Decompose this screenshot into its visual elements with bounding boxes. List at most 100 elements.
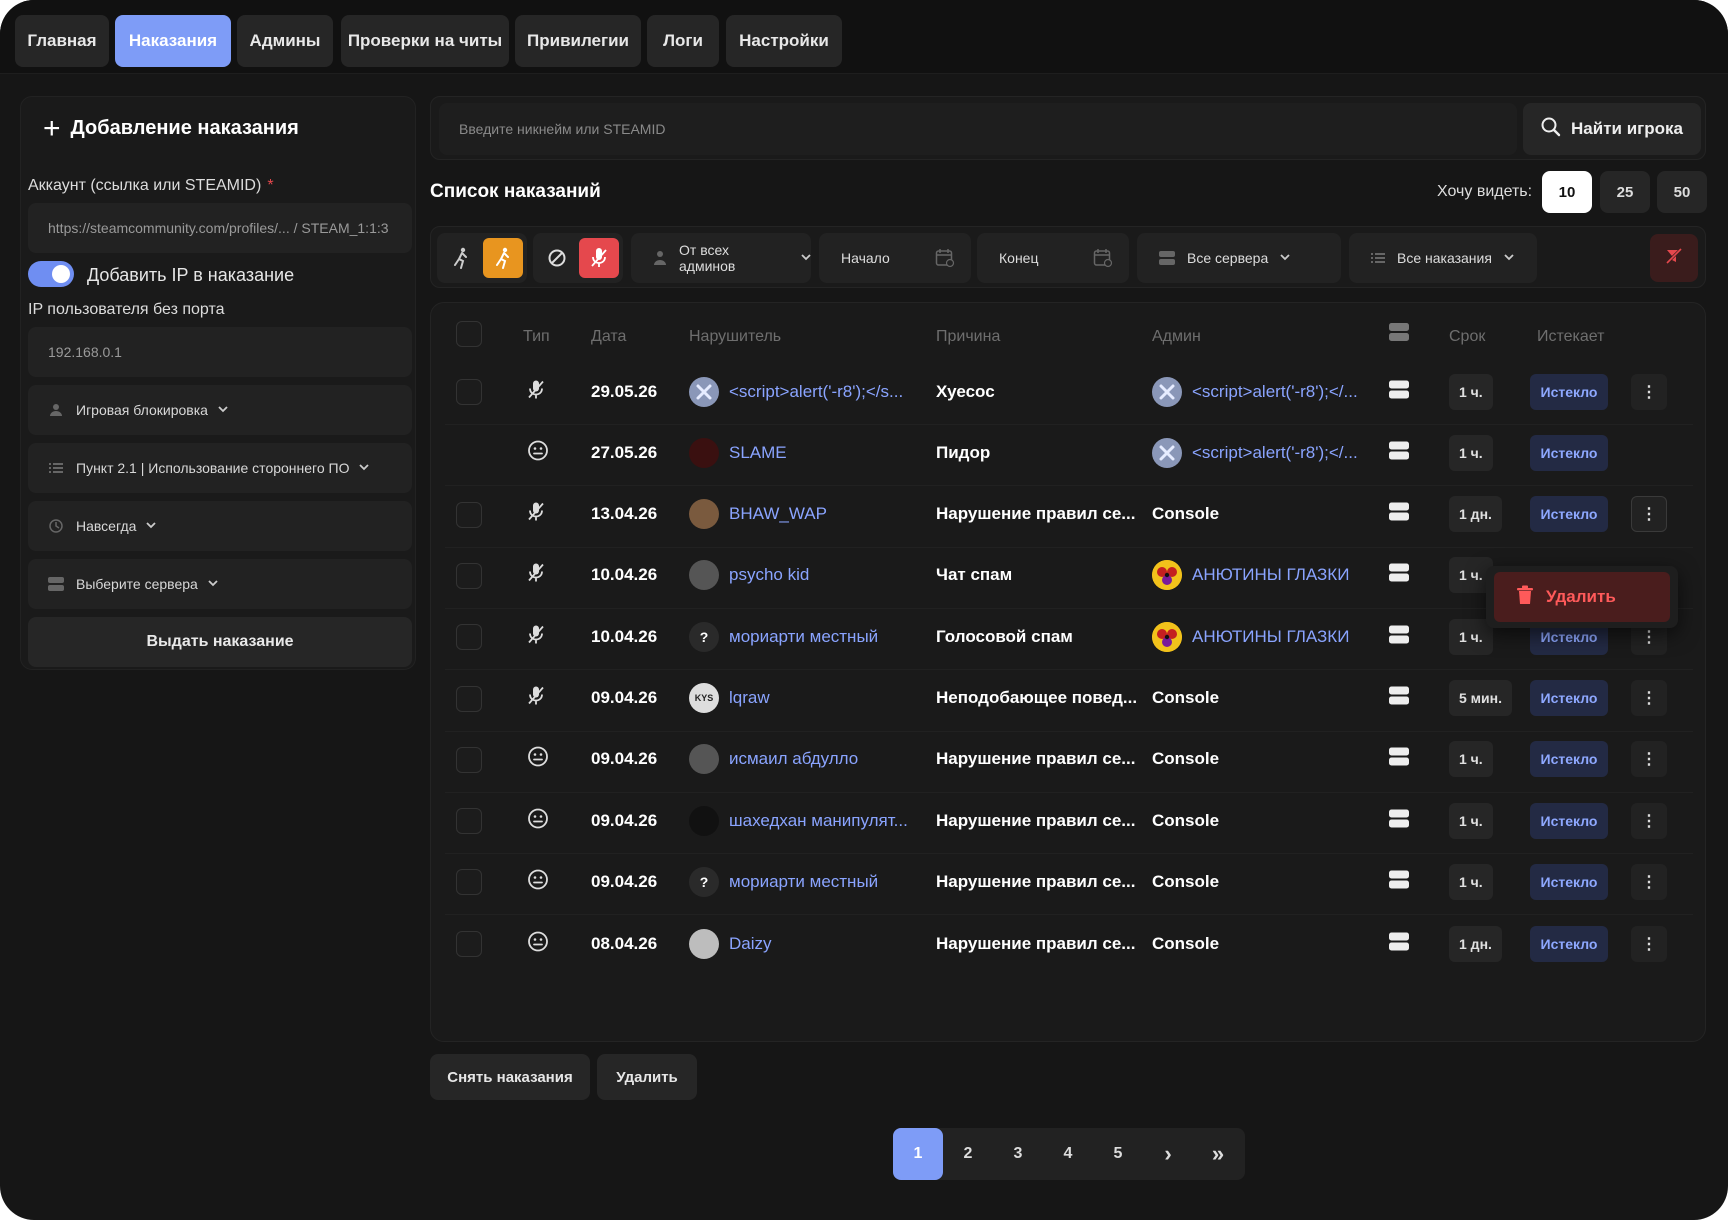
offender-link[interactable]: Daizy: [729, 934, 772, 954]
page-1[interactable]: 1: [893, 1128, 943, 1180]
offender-link[interactable]: psycho kid: [729, 565, 809, 585]
ip-input[interactable]: 192.168.0.1: [28, 327, 412, 377]
row-checkbox[interactable]: [456, 930, 482, 957]
admin-link[interactable]: <script>alert('-r8');</...: [1192, 443, 1358, 463]
row-more-button[interactable]: ⋮: [1631, 741, 1667, 778]
admin-console: Console: [1152, 688, 1220, 707]
server-icon: [48, 576, 64, 592]
per-page-10[interactable]: 10: [1542, 171, 1592, 213]
start-date-input[interactable]: Начало: [819, 233, 971, 283]
tab-logs[interactable]: Логи: [647, 15, 719, 67]
user-icon: [48, 402, 64, 418]
offender-link[interactable]: мориарти местный: [729, 872, 878, 892]
ip-toggle[interactable]: [28, 261, 74, 287]
row-more-button[interactable]: ⋮: [1631, 680, 1667, 716]
last-page-button[interactable]: »: [1193, 1128, 1243, 1180]
issue-punishment-button[interactable]: Выдать наказание: [28, 617, 412, 667]
context-delete-button[interactable]: Удалить: [1494, 572, 1670, 622]
tab-privileges[interactable]: Привилегии: [515, 15, 641, 67]
plus-icon: +: [43, 111, 61, 145]
admin-link[interactable]: АНЮТИНЫ ГЛАЗКИ: [1192, 565, 1349, 585]
type-select[interactable]: Игровая блокировка: [28, 385, 412, 435]
row-more-button[interactable]: ⋮: [1631, 863, 1667, 900]
remove-punishments-button[interactable]: Снять наказания: [430, 1054, 590, 1100]
list-icon: [48, 460, 64, 476]
expired-badge: Истекло: [1530, 863, 1608, 900]
offender-link[interactable]: SLAME: [729, 443, 787, 463]
next-page-button[interactable]: ›: [1143, 1128, 1193, 1180]
admin-console: Console: [1152, 749, 1220, 769]
row-checkbox[interactable]: [456, 624, 482, 651]
runner-icon-active[interactable]: [483, 238, 523, 278]
server-filter-select[interactable]: Все сервера: [1137, 233, 1341, 283]
tab-settings[interactable]: Настройки: [726, 15, 842, 67]
server-filter-value: Все сервера: [1187, 250, 1269, 266]
admin-filter-select[interactable]: От всех админов: [631, 233, 811, 283]
row-checkbox[interactable]: [456, 808, 482, 835]
server-icon: [1389, 380, 1409, 403]
offender-link[interactable]: BHAW_WAP: [729, 504, 827, 524]
tab-admins[interactable]: Админы: [237, 15, 333, 67]
offender-link[interactable]: исмаил абдулло: [729, 749, 858, 769]
more-vertical-icon: ⋮: [1641, 506, 1657, 524]
offender-link[interactable]: <script>alert('-r8');</s...: [729, 382, 903, 402]
row-reason: Чат спам: [936, 565, 1013, 585]
tab-cheat-checks[interactable]: Проверки на читы: [341, 15, 509, 67]
more-vertical-icon: ⋮: [1641, 812, 1657, 830]
ban-icon[interactable]: [537, 238, 577, 278]
offender-link[interactable]: мориарти местный: [729, 627, 878, 647]
mic-off-icon[interactable]: [579, 238, 619, 278]
table-row: 27.05.26 SLAME Пидор <script>alert('-r8');<…: [445, 420, 1693, 487]
page-4[interactable]: 4: [1043, 1128, 1093, 1180]
offender-avatar: [689, 560, 719, 591]
tab-punishments[interactable]: Наказания: [115, 15, 231, 67]
more-vertical-icon: ⋮: [1641, 751, 1657, 769]
required-mark: *: [267, 177, 274, 194]
row-more-button[interactable]: ⋮: [1631, 373, 1667, 410]
block-filter-group: [533, 233, 623, 283]
row-checkbox[interactable]: [456, 869, 482, 896]
row-more-button[interactable]: ⋮: [1631, 802, 1667, 839]
row-more-button[interactable]: ⋮: [1631, 496, 1667, 533]
end-date-input[interactable]: Конец: [977, 233, 1129, 283]
tab-home[interactable]: Главная: [15, 15, 109, 67]
find-player-button[interactable]: Найти игрока: [1523, 103, 1701, 155]
select-all-checkbox[interactable]: [456, 321, 482, 347]
servers-select[interactable]: Выберите сервера: [28, 559, 412, 609]
offender-link[interactable]: шахедхан манипулят...: [729, 811, 908, 831]
search-input[interactable]: [439, 103, 1517, 155]
server-icon: [1389, 625, 1409, 648]
row-reason: Голосовой спам: [936, 626, 1073, 646]
row-checkbox[interactable]: [456, 685, 482, 712]
row-checkbox[interactable]: [456, 746, 482, 773]
row-date: 09.04.26: [591, 810, 658, 830]
delete-selected-button[interactable]: Удалить: [597, 1054, 697, 1100]
row-checkbox[interactable]: [456, 379, 482, 405]
chevron-down-icon: [1504, 252, 1514, 264]
per-page-25[interactable]: 25: [1600, 171, 1650, 213]
row-more-button[interactable]: ⋮: [1631, 925, 1667, 962]
admin-link[interactable]: АНЮТИНЫ ГЛАЗКИ: [1192, 627, 1349, 647]
offender-link[interactable]: lqraw: [729, 688, 770, 708]
admin-icon: [653, 250, 667, 266]
admin-link[interactable]: <script>alert('-r8');</...: [1192, 382, 1358, 402]
page-5[interactable]: 5: [1093, 1128, 1143, 1180]
reason-select[interactable]: Пункт 2.1 | Использование стороннего ПО: [28, 443, 412, 493]
list-icon: [1371, 252, 1385, 264]
punishment-filter-select[interactable]: Все наказания: [1349, 233, 1537, 283]
per-page-50[interactable]: 50: [1657, 171, 1707, 213]
runner-icon[interactable]: [441, 238, 481, 278]
row-checkbox[interactable]: [456, 562, 482, 589]
header-offender: Нарушитель: [689, 328, 782, 345]
row-checkbox[interactable]: [456, 501, 482, 528]
page-3[interactable]: 3: [993, 1128, 1043, 1180]
page-2[interactable]: 2: [943, 1128, 993, 1180]
server-icon: [1159, 251, 1175, 265]
servers-select-value: Выберите сервера: [76, 576, 198, 592]
account-input[interactable]: https://steamcommunity.com/profiles/... …: [28, 203, 412, 253]
reset-filters-button[interactable]: [1650, 234, 1698, 282]
duration-select[interactable]: Навсегда: [28, 501, 412, 551]
ip-toggle-label: Добавить IP в наказание: [87, 265, 295, 285]
row-reason: Пидор: [936, 442, 991, 462]
server-icon: [1389, 747, 1409, 771]
